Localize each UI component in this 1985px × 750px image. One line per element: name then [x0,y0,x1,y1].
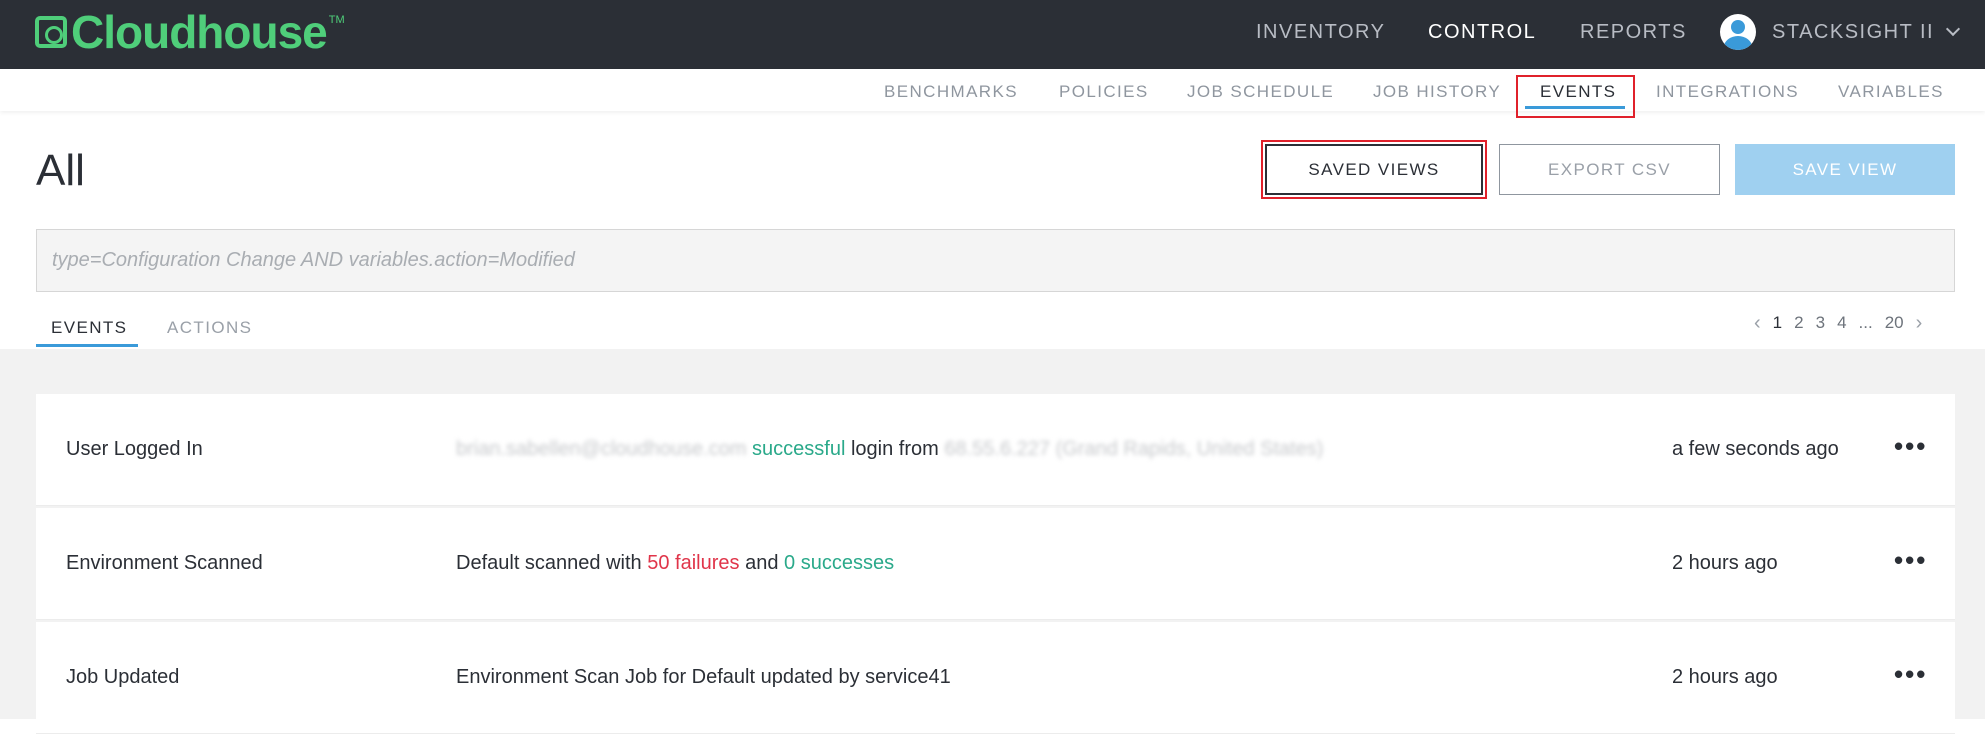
message-text: and [745,552,779,574]
subnav-variables[interactable]: VARIABLES [1838,82,1944,102]
pagination: ‹ 1 2 3 4 ... 20 › [1748,312,1928,335]
event-time: 2 hours ago [1672,552,1778,574]
gear-logo-icon [35,16,67,48]
tab-active-indicator [36,344,138,347]
event-message: brian.sabellen@cloudhouse.com successful… [456,438,1323,461]
query-bar [36,229,1955,292]
event-title: Job Updated [66,666,180,688]
event-row[interactable]: Job Updated Environment Scan Job for Def… [36,622,1955,734]
page-1[interactable]: 1 [1773,313,1782,333]
page-3[interactable]: 3 [1816,313,1825,333]
redacted-user: brian.sabellen@cloudhouse.com [456,438,747,460]
page-4[interactable]: 4 [1837,313,1846,333]
saved-views-highlight-box [1261,140,1487,199]
subnav-job-schedule[interactable]: JOB SCHEDULE [1187,82,1334,102]
more-options-icon[interactable]: ••• [1894,661,1927,687]
page-title: All [36,146,85,195]
topnav-inventory[interactable]: INVENTORY [1256,21,1385,44]
successes-count: 0 successes [784,552,895,574]
redacted-ip: 68.55.6.227 (Grand Rapids, United States… [944,438,1324,460]
user-avatar-icon [1720,14,1756,50]
failures-count: 50 failures [647,552,740,574]
brand-name: Cloudhouse [71,6,328,58]
status-successful: successful [752,438,846,460]
page-ellipsis: ... [1858,313,1873,332]
more-options-icon[interactable]: ••• [1894,433,1927,459]
user-menu[interactable]: STACKSIGHT II [1720,12,1961,52]
tab-actions[interactable]: ACTIONS [167,318,252,338]
topnav-control[interactable]: CONTROL [1428,21,1536,44]
save-view-button[interactable]: SAVE VIEW [1735,144,1955,195]
top-bar: Cloudhouse TM INVENTORY CONTROL REPORTS … [0,0,1985,69]
page-20[interactable]: 20 [1885,313,1904,333]
sub-nav: BENCHMARKS POLICIES JOB SCHEDULE JOB HIS… [0,69,1985,111]
events-list: User Logged In brian.sabellen@cloudhouse… [0,349,1985,734]
event-message: Environment Scan Job for Default updated… [456,666,951,688]
cloudhouse-logo[interactable]: Cloudhouse TM [35,6,345,58]
trademark: TM [328,14,345,26]
export-csv-button[interactable]: EXPORT CSV [1499,144,1720,195]
subnav-policies[interactable]: POLICIES [1059,82,1149,102]
message-text: login from [850,438,939,460]
events-highlight-box [1516,75,1635,118]
subnav-benchmarks[interactable]: BENCHMARKS [884,82,1018,102]
topnav-reports[interactable]: REPORTS [1580,21,1687,44]
event-title: Environment Scanned [66,552,263,574]
event-message: Default scanned with 50 failures and 0 s… [456,552,894,575]
event-time: a few seconds ago [1672,438,1839,460]
chevron-down-icon [1946,21,1961,37]
subnav-job-history[interactable]: JOB HISTORY [1373,82,1501,102]
event-row[interactable]: User Logged In brian.sabellen@cloudhouse… [36,394,1955,506]
query-input[interactable] [52,249,1954,272]
prev-page-icon[interactable]: ‹ [1754,312,1761,335]
more-options-icon[interactable]: ••• [1894,547,1927,573]
tab-events[interactable]: EVENTS [51,318,127,338]
user-name: STACKSIGHT II [1772,20,1935,43]
event-row[interactable]: Environment Scanned Default scanned with… [36,508,1955,620]
event-title: User Logged In [66,438,203,460]
next-page-icon[interactable]: › [1916,312,1923,335]
event-time: 2 hours ago [1672,666,1778,688]
page-2[interactable]: 2 [1794,313,1803,333]
message-text: Default scanned with [456,552,642,574]
subnav-integrations[interactable]: INTEGRATIONS [1656,82,1799,102]
